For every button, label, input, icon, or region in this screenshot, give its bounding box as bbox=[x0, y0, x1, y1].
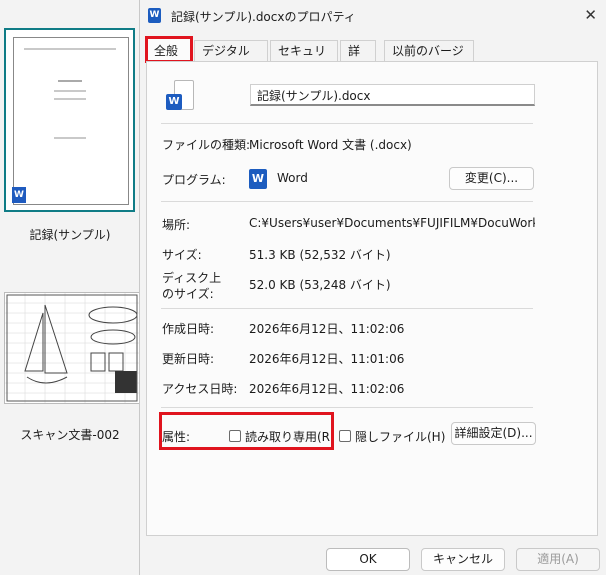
accessed-value: 2026年6月12日、11:02:06 bbox=[249, 382, 405, 396]
document-preview bbox=[13, 37, 129, 205]
divider bbox=[161, 123, 533, 124]
thumbnail-scan-doc[interactable] bbox=[4, 292, 140, 404]
tab-digital-signature[interactable]: デジタル署名 bbox=[194, 40, 268, 79]
dialog-title: 記録(サンプル).docxのプロパティ bbox=[171, 10, 356, 24]
filename-field[interactable]: 記録(サンプル).docx bbox=[250, 84, 535, 106]
word-document-icon: W bbox=[166, 80, 194, 110]
cancel-button[interactable]: キャンセル bbox=[421, 548, 505, 571]
properties-dialog: W 記録(サンプル).docxのプロパティ ✕ 全般 デジタル署名 セキュリティ… bbox=[139, 0, 606, 575]
disk-size-label: ディスク上 bbox=[162, 271, 222, 285]
explorer-background: W 記録(サンプル) スキャン文書-002 bbox=[0, 0, 140, 575]
file-type-label: ファイルの種類: bbox=[162, 138, 251, 152]
thumbnail-record-sample[interactable] bbox=[4, 28, 135, 212]
created-label: 作成日時: bbox=[162, 322, 215, 336]
tab-strip: 全般 デジタル署名 セキュリティ 詳細 以前のバージョン bbox=[146, 38, 601, 79]
divider bbox=[161, 407, 533, 408]
attributes-label: 属性: bbox=[162, 430, 191, 444]
tab-general[interactable]: 全般 bbox=[146, 38, 192, 62]
modified-value: 2026年6月12日、11:01:06 bbox=[249, 352, 405, 366]
created-value: 2026年6月12日、11:02:06 bbox=[249, 322, 405, 336]
readonly-checkbox[interactable] bbox=[229, 430, 241, 442]
ok-button[interactable]: OK bbox=[326, 548, 410, 571]
modified-label: 更新日時: bbox=[162, 352, 215, 366]
location-value: C:¥Users¥user¥Documents¥FUJIFILM¥DocuWor… bbox=[249, 216, 535, 230]
word-badge-icon: W bbox=[12, 187, 26, 203]
thumbnail-label[interactable]: 記録(サンプル) bbox=[0, 226, 140, 243]
disk-size-value: 52.0 KB (53,248 バイト) bbox=[249, 278, 391, 292]
divider bbox=[161, 201, 533, 202]
file-type-value: Microsoft Word 文書 (.docx) bbox=[249, 138, 412, 152]
hidden-label[interactable]: 隠しファイル(H) bbox=[355, 428, 445, 445]
tab-previous-versions[interactable]: 以前のバージョン bbox=[384, 40, 474, 79]
apply-button[interactable]: 適用(A) bbox=[516, 548, 600, 571]
accessed-label: アクセス日時: bbox=[162, 382, 238, 396]
scan-preview-image bbox=[5, 293, 139, 403]
change-button[interactable]: 変更(C)... bbox=[449, 167, 534, 190]
hidden-checkbox[interactable] bbox=[339, 430, 351, 442]
tab-security[interactable]: セキュリティ bbox=[270, 40, 338, 79]
title-bar[interactable]: W 記録(サンプル).docxのプロパティ ✕ bbox=[140, 0, 606, 32]
disk-size-label-2: のサイズ: bbox=[162, 287, 214, 301]
general-panel: W 記録(サンプル).docx ファイルの種類: Microsoft Word … bbox=[146, 61, 598, 536]
program-value: Word bbox=[277, 171, 308, 185]
program-label: プログラム: bbox=[162, 173, 226, 187]
word-program-icon: W bbox=[249, 169, 267, 189]
size-label: サイズ: bbox=[162, 248, 202, 262]
tab-details[interactable]: 詳細 bbox=[340, 40, 376, 79]
close-icon[interactable]: ✕ bbox=[584, 6, 597, 24]
advanced-button[interactable]: 詳細設定(D)... bbox=[451, 422, 536, 445]
divider bbox=[161, 308, 533, 309]
readonly-label[interactable]: 読み取り専用(R) bbox=[245, 428, 335, 445]
thumbnail-label[interactable]: スキャン文書-002 bbox=[0, 426, 140, 443]
word-app-icon: W bbox=[148, 8, 161, 23]
location-label: 場所: bbox=[162, 218, 191, 232]
size-value: 51.3 KB (52,532 バイト) bbox=[249, 248, 391, 262]
